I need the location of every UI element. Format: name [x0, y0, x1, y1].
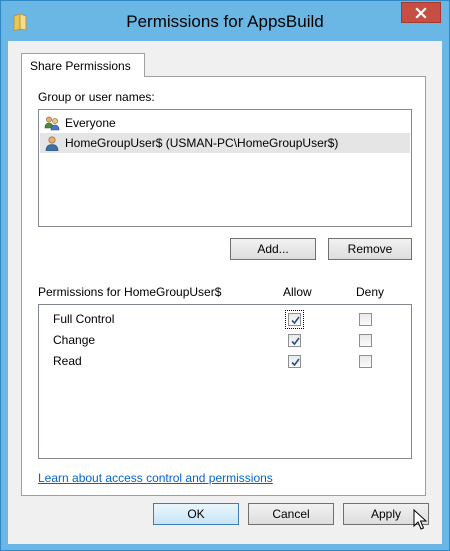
check-icon — [291, 358, 300, 367]
permissions-list: Full Control Change Read — [38, 304, 412, 459]
title-bar: Permissions for AppsBuild — [1, 1, 449, 41]
deny-checkbox-full-control[interactable] — [359, 313, 372, 326]
permissions-for-label: Permissions for HomeGroupUser$ — [38, 285, 222, 299]
list-item-homegroupuser[interactable]: HomeGroupUser$ (USMAN-PC\HomeGroupUser$) — [40, 133, 410, 153]
learn-access-control-link[interactable]: Learn about access control and permissio… — [38, 471, 273, 485]
check-icon — [291, 337, 300, 346]
add-button[interactable]: Add... — [230, 238, 316, 260]
deny-checkbox-read[interactable] — [359, 355, 372, 368]
remove-button[interactable]: Remove — [328, 238, 412, 260]
close-button[interactable] — [401, 2, 441, 23]
close-icon — [415, 6, 427, 19]
deny-column-header: Deny — [356, 285, 385, 299]
allow-checkbox-read[interactable] — [288, 355, 301, 368]
window-title: Permissions for AppsBuild — [126, 12, 324, 31]
deny-checkbox-change[interactable] — [359, 334, 372, 347]
allow-checkbox-change[interactable] — [288, 334, 301, 347]
permission-row-change: Change — [39, 331, 411, 351]
allow-column-header: Allow — [283, 285, 312, 299]
permission-name: Full Control — [53, 312, 115, 326]
permission-row-read: Read — [39, 352, 411, 372]
allow-checkbox-full-control[interactable] — [285, 310, 304, 329]
group-icon — [44, 116, 60, 131]
user-name: Everyone — [65, 116, 116, 130]
tab-panel: Group or user names: Everyone HomeGroupU… — [21, 76, 426, 496]
permission-name: Read — [53, 354, 82, 368]
check-icon — [291, 316, 300, 325]
ok-button[interactable]: OK — [153, 503, 239, 525]
user-list[interactable]: Everyone HomeGroupUser$ (USMAN-PC\HomeGr… — [38, 109, 412, 227]
mouse-cursor-icon — [413, 509, 427, 530]
user-icon — [45, 136, 59, 151]
permission-row-full-control: Full Control — [39, 310, 411, 330]
permission-name: Change — [53, 333, 96, 347]
user-name: HomeGroupUser$ (USMAN-PC\HomeGroupUser$) — [65, 136, 339, 150]
list-item-everyone[interactable]: Everyone — [40, 113, 410, 133]
permissions-window: Permissions for AppsBuild Share Permissi… — [0, 0, 450, 551]
cancel-button[interactable]: Cancel — [248, 503, 334, 525]
tab-label: Share Permissions — [30, 59, 131, 73]
dialog-body: Share Permissions Group or user names: E… — [8, 41, 442, 544]
tab-share-permissions[interactable]: Share Permissions — [21, 53, 145, 77]
group-user-names-label: Group or user names: — [38, 90, 155, 104]
